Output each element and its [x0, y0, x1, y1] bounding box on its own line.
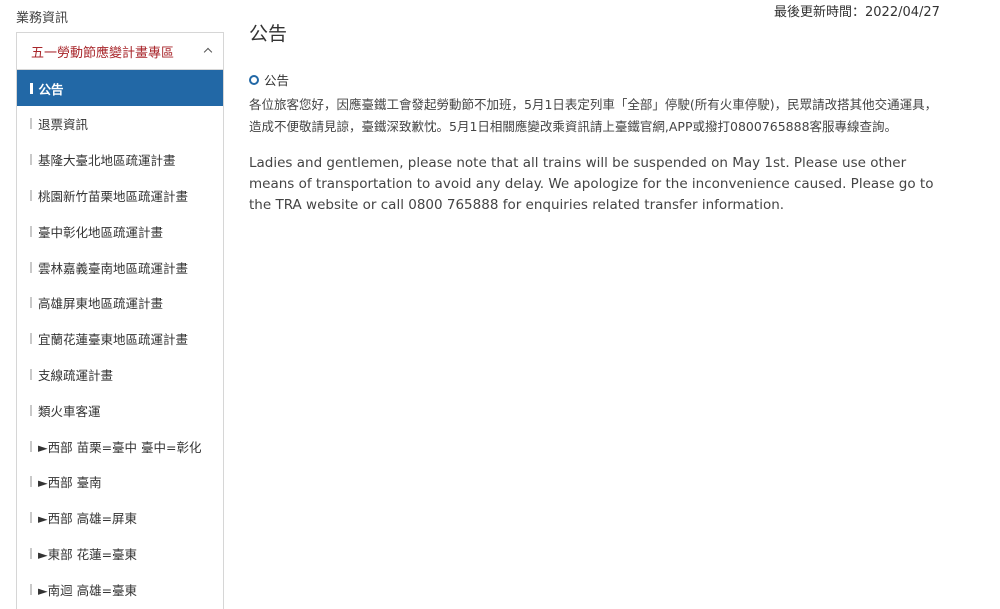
bar-icon [30, 404, 32, 416]
sidebar-item-south-link-kaohsiung-taitung[interactable]: ►南迴 高雄=臺東 [17, 571, 223, 607]
sidebar-item-train-like-bus[interactable]: 類火車客運 [17, 392, 223, 428]
bar-icon [30, 261, 32, 273]
bar-icon [30, 368, 32, 380]
bar-icon [30, 154, 32, 166]
section-title: 公告 [264, 73, 290, 88]
section-heading: 公告 [249, 70, 289, 89]
bar-icon [30, 82, 33, 94]
sidebar-item-label: 支線疏運計畫 [38, 367, 114, 383]
bar-icon [30, 476, 32, 488]
sidebar-item-announcement[interactable]: 公告 [17, 70, 223, 106]
bar-icon [30, 297, 32, 309]
bar-icon [30, 118, 32, 130]
sidebar-item-label: 宜蘭花蓮臺東地區疏運計畫 [38, 332, 189, 348]
sidebar-item-label: 基隆大臺北地區疏運計畫 [38, 153, 176, 169]
sidebar-item-west-tainan[interactable]: ►西部 臺南 [17, 464, 223, 500]
chevron-up-icon [203, 46, 213, 56]
sidebar-item-label: ►南迴 高雄=臺東 [38, 582, 138, 598]
last-updated: 最後更新時間：2022/04/27 [774, 5, 940, 20]
sidebar-item-label: ►西部 高雄=屏東 [38, 511, 138, 527]
sidebar-section-label: 五一勞動節應變計畫專區 [31, 45, 175, 61]
sidebar-item-label: ►西部 苗栗=臺中 臺中=彰化 [38, 439, 202, 455]
bar-icon [30, 225, 32, 237]
sidebar-item-label: 類火車客運 [38, 403, 101, 419]
announcement-content: 各位旅客您好，因應臺鐵工會發起勞動節不加班，5月1日表定列車「全部」停駛(所有火… [249, 94, 939, 216]
sidebar-item-label: ►東部 花蓮=臺東 [38, 546, 138, 562]
sidebar-item-yunlin-chiayi-tainan[interactable]: 雲林嘉義臺南地區疏運計畫 [17, 249, 223, 285]
bar-icon [30, 583, 32, 595]
sidebar-item-label: 臺中彰化地區疏運計畫 [38, 224, 164, 240]
sidebar-item-yilan-hualien-taitung[interactable]: 宜蘭花蓮臺東地區疏運計畫 [17, 321, 223, 357]
sidebar-item-west-kaohsiung-pingtung[interactable]: ►西部 高雄=屏東 [17, 500, 223, 536]
sidebar-menu: 公告 退票資訊 基隆大臺北地區疏運計畫 桃園新竹苗栗地區疏運計畫 臺中彰化地區疏… [17, 70, 223, 607]
sidebar-item-refund[interactable]: 退票資訊 [17, 106, 223, 142]
sidebar-item-label: 桃園新竹苗栗地區疏運計畫 [38, 188, 189, 204]
bar-icon [30, 547, 32, 559]
sidebar-item-taoyuan-hsinchu-miaoli[interactable]: 桃園新竹苗栗地區疏運計畫 [17, 178, 223, 214]
announcement-text-zh: 各位旅客您好，因應臺鐵工會發起勞動節不加班，5月1日表定列車「全部」停駛(所有火… [249, 97, 938, 134]
sidebar-item-east-hualien-taitung[interactable]: ►東部 花蓮=臺東 [17, 536, 223, 572]
sidebar-item-label: 公告 [38, 81, 64, 97]
bar-icon [30, 440, 32, 452]
sidebar-item-branch-lines[interactable]: 支線疏運計畫 [17, 357, 223, 393]
sidebar-item-taichung-changhua[interactable]: 臺中彰化地區疏運計畫 [17, 213, 223, 249]
bar-icon [30, 512, 32, 524]
sidebar-title: 業務資訊 [16, 11, 69, 26]
sidebar-item-keelung-taipei[interactable]: 基隆大臺北地區疏運計畫 [17, 142, 223, 178]
sidebar-item-label: 高雄屏東地區疏運計畫 [38, 296, 164, 312]
page: 業務資訊 五一勞動節應變計畫專區 公告 退票資訊 基隆大臺北地區疏運計畫 桃園新… [0, 0, 1000, 609]
announcement-text-en: Ladies and gentlemen, please note that a… [249, 155, 934, 213]
circle-bullet-icon [249, 74, 259, 85]
sidebar-item-west-miaoli-taichung[interactable]: ►西部 苗栗=臺中 臺中=彰化 [17, 428, 223, 464]
sidebar: 五一勞動節應變計畫專區 公告 退票資訊 基隆大臺北地區疏運計畫 桃園新竹苗栗地區… [16, 32, 224, 609]
sidebar-item-label: ►西部 臺南 [38, 475, 102, 491]
bar-icon [30, 333, 32, 345]
sidebar-section-toggle[interactable]: 五一勞動節應變計畫專區 [17, 33, 223, 70]
bar-icon [30, 189, 32, 201]
sidebar-item-label: 雲林嘉義臺南地區疏運計畫 [38, 260, 189, 276]
page-title: 公告 [249, 23, 288, 45]
sidebar-item-label: 退票資訊 [38, 117, 89, 133]
sidebar-item-kaohsiung-pingtung[interactable]: 高雄屏東地區疏運計畫 [17, 285, 223, 321]
